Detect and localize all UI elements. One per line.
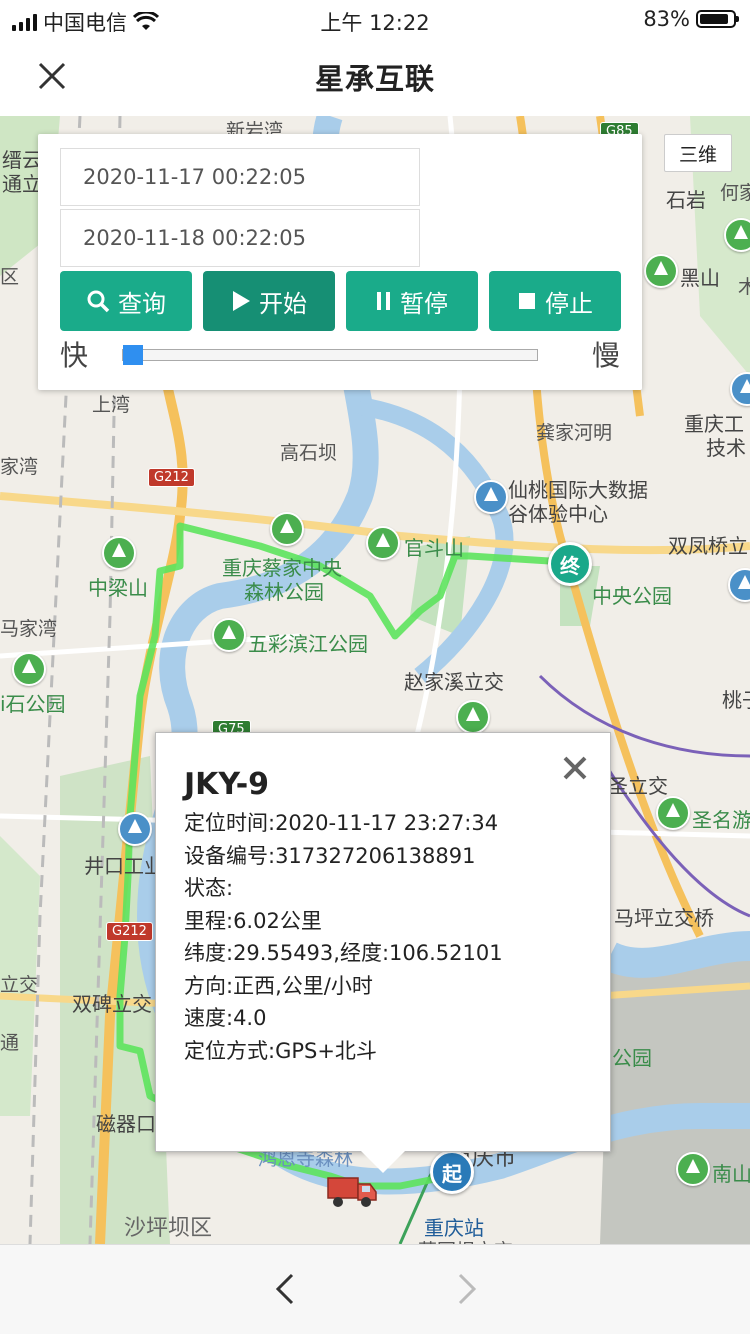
map-label: 菜园坝立交 <box>418 1236 513 1244</box>
map-label: 谷体验中心 <box>508 502 608 526</box>
map-label: 磁器口 <box>96 1112 156 1136</box>
map-label: 技术 <box>706 436 746 460</box>
map-label: 何家 <box>720 182 750 204</box>
map-label: 中央公园 <box>592 584 672 608</box>
park-icon <box>366 526 400 560</box>
map-label: 双碑立交 <box>72 992 152 1016</box>
vehicle-details: 定位时间:2020-11-17 23:27:34 设备编号:3173272061… <box>184 807 503 1067</box>
start-button[interactable]: 开始 <box>203 271 335 331</box>
park-icon <box>12 652 46 686</box>
map-label: 马坪立交桥 <box>614 906 714 930</box>
back-arrow-icon[interactable] <box>270 1269 300 1309</box>
park-icon <box>676 1152 710 1186</box>
play-icon <box>233 291 250 311</box>
map-label: 公园 <box>612 1046 652 1070</box>
pause-button[interactable]: 暂停 <box>346 271 478 331</box>
battery-icon <box>696 10 739 28</box>
map-label: 上湾 <box>92 394 131 416</box>
map-label: 桃子 <box>722 688 750 712</box>
map-label: 黑山 <box>680 266 720 290</box>
park-icon <box>270 512 304 546</box>
end-marker[interactable]: 终 <box>548 542 592 586</box>
stop-button[interactable]: 停止 <box>489 271 621 331</box>
pause-label: 暂停 <box>400 289 448 318</box>
vehicle-info-popup: JKY-9 定位时间:2020-11-17 23:27:34 设备编号:3173… <box>155 732 611 1173</box>
pause-icon <box>377 292 390 310</box>
map-label: 井口工业 <box>84 854 164 878</box>
playback-panel: 2020-11-17 00:22:05 2020-11-18 00:22:05 … <box>38 134 642 390</box>
start-marker[interactable]: 起 <box>430 1150 474 1194</box>
forward-arrow-icon[interactable] <box>452 1269 482 1309</box>
detail-line: 速度:4.0 <box>184 1006 267 1030</box>
detail-line: 方向:正西,公里/小时 <box>184 973 373 998</box>
detail-line: 状态: <box>184 876 234 900</box>
status-bar: 中国电信 上午 12:22 83% <box>0 0 750 38</box>
park-icon <box>656 796 690 830</box>
park-icon <box>102 536 136 570</box>
query-button[interactable]: 查询 <box>60 271 192 331</box>
map-label: 木 <box>738 276 750 298</box>
map-label: 通 <box>0 1032 20 1054</box>
map-label: 马家湾 <box>0 618 58 640</box>
battery-percent: 83% <box>643 7 690 31</box>
map-label: i石公园 <box>0 692 66 716</box>
start-label: 开始 <box>259 289 307 318</box>
detail-line: 设备编号:317327206138891 <box>184 843 476 868</box>
detail-line: 里程:6.02公里 <box>184 908 322 933</box>
map-label: 高石坝 <box>280 442 338 464</box>
park-icon <box>456 700 490 734</box>
map-label: 区 <box>0 266 20 288</box>
map-label: 家湾 <box>0 456 39 478</box>
road-tag: G212 <box>148 468 195 487</box>
map-label: 官斗山 <box>404 536 464 560</box>
button-row: 查询 开始 暂停 停止 <box>60 271 621 331</box>
speed-slow-label: 慢 <box>591 339 620 372</box>
map-label: 双凤桥立 <box>668 534 748 558</box>
map-label: 中梁山 <box>88 576 148 600</box>
detail-line: 定位时间:2020-11-17 23:27:34 <box>184 811 499 835</box>
speed-control: 快 慢 <box>60 334 620 376</box>
search-icon <box>87 290 110 313</box>
query-label: 查询 <box>118 289 166 318</box>
map-label: 赵家溪立交 <box>404 670 504 694</box>
map-label: 森林公园 <box>244 580 324 604</box>
building-icon <box>474 480 508 514</box>
status-right: 83% <box>643 7 739 31</box>
speed-slider[interactable] <box>122 345 538 365</box>
close-icon[interactable] <box>560 753 590 783</box>
page-title: 星承互联 <box>314 62 435 96</box>
map-label: 五彩滨江公园 <box>248 632 368 656</box>
start-time-input[interactable]: 2020-11-17 00:22:05 <box>60 148 420 206</box>
vehicle-name: JKY-9 <box>184 767 270 802</box>
speed-fast-label: 快 <box>60 339 89 372</box>
map-label: 沙坪坝区 <box>124 1216 213 1241</box>
map-label: 圣名游 <box>692 808 750 832</box>
park-icon <box>644 254 678 288</box>
truck-icon[interactable] <box>326 1174 378 1210</box>
slider-handle[interactable] <box>123 345 143 365</box>
park-icon <box>212 618 246 652</box>
status-time: 上午 12:22 <box>320 11 430 35</box>
map-label: 立交 <box>0 974 39 996</box>
browser-toolbar <box>0 1244 750 1334</box>
end-time-input[interactable]: 2020-11-18 00:22:05 <box>60 209 420 267</box>
stop-icon <box>519 293 535 309</box>
road-tag: G212 <box>106 922 153 941</box>
map-label: 南山 <box>712 1162 750 1186</box>
park-icon <box>724 218 750 252</box>
detail-line: 纬度:29.55493,经度:106.52101 <box>184 941 503 965</box>
detail-line: 定位方式:GPS+北斗 <box>184 1038 377 1063</box>
three-d-button[interactable]: 三维 <box>664 134 732 172</box>
map-label: 通立 <box>2 172 42 196</box>
popup-pointer <box>361 1151 405 1173</box>
stop-label: 停止 <box>545 289 593 318</box>
building-icon <box>118 812 152 846</box>
map-label: 石岩 <box>666 188 706 212</box>
map-label: 龚家河明 <box>536 422 613 444</box>
map-label: 圣立交 <box>608 774 668 798</box>
nav-bar: 星承互联 <box>0 38 750 116</box>
